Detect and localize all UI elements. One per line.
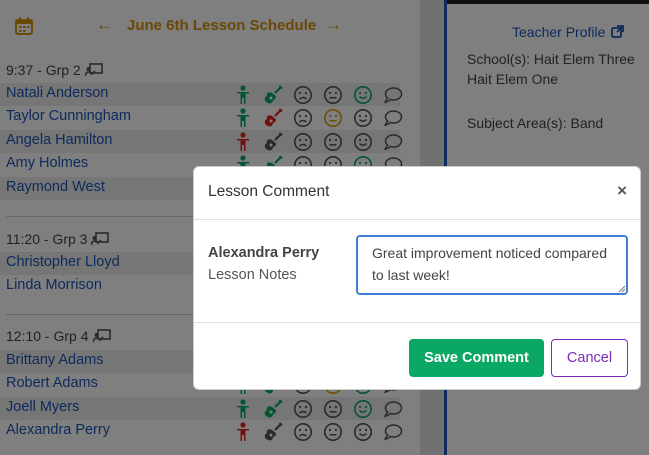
cancel-button[interactable]: Cancel: [551, 339, 628, 377]
modal-body: Alexandra Perry Lesson Notes: [194, 221, 640, 323]
comment-student-name: Alexandra Perry: [208, 245, 320, 261]
save-comment-button[interactable]: Save Comment: [409, 339, 544, 377]
close-icon[interactable]: ×: [617, 181, 627, 201]
resize-handle-icon[interactable]: [618, 285, 626, 293]
modal-title: Lesson Comment: [208, 183, 330, 200]
lesson-comment-modal: Lesson Comment × Alexandra Perry Lesson …: [193, 166, 641, 390]
modal-header: Lesson Comment ×: [194, 167, 640, 220]
lesson-notes-label: Lesson Notes: [208, 267, 297, 283]
lesson-notes-textarea[interactable]: [356, 235, 628, 295]
